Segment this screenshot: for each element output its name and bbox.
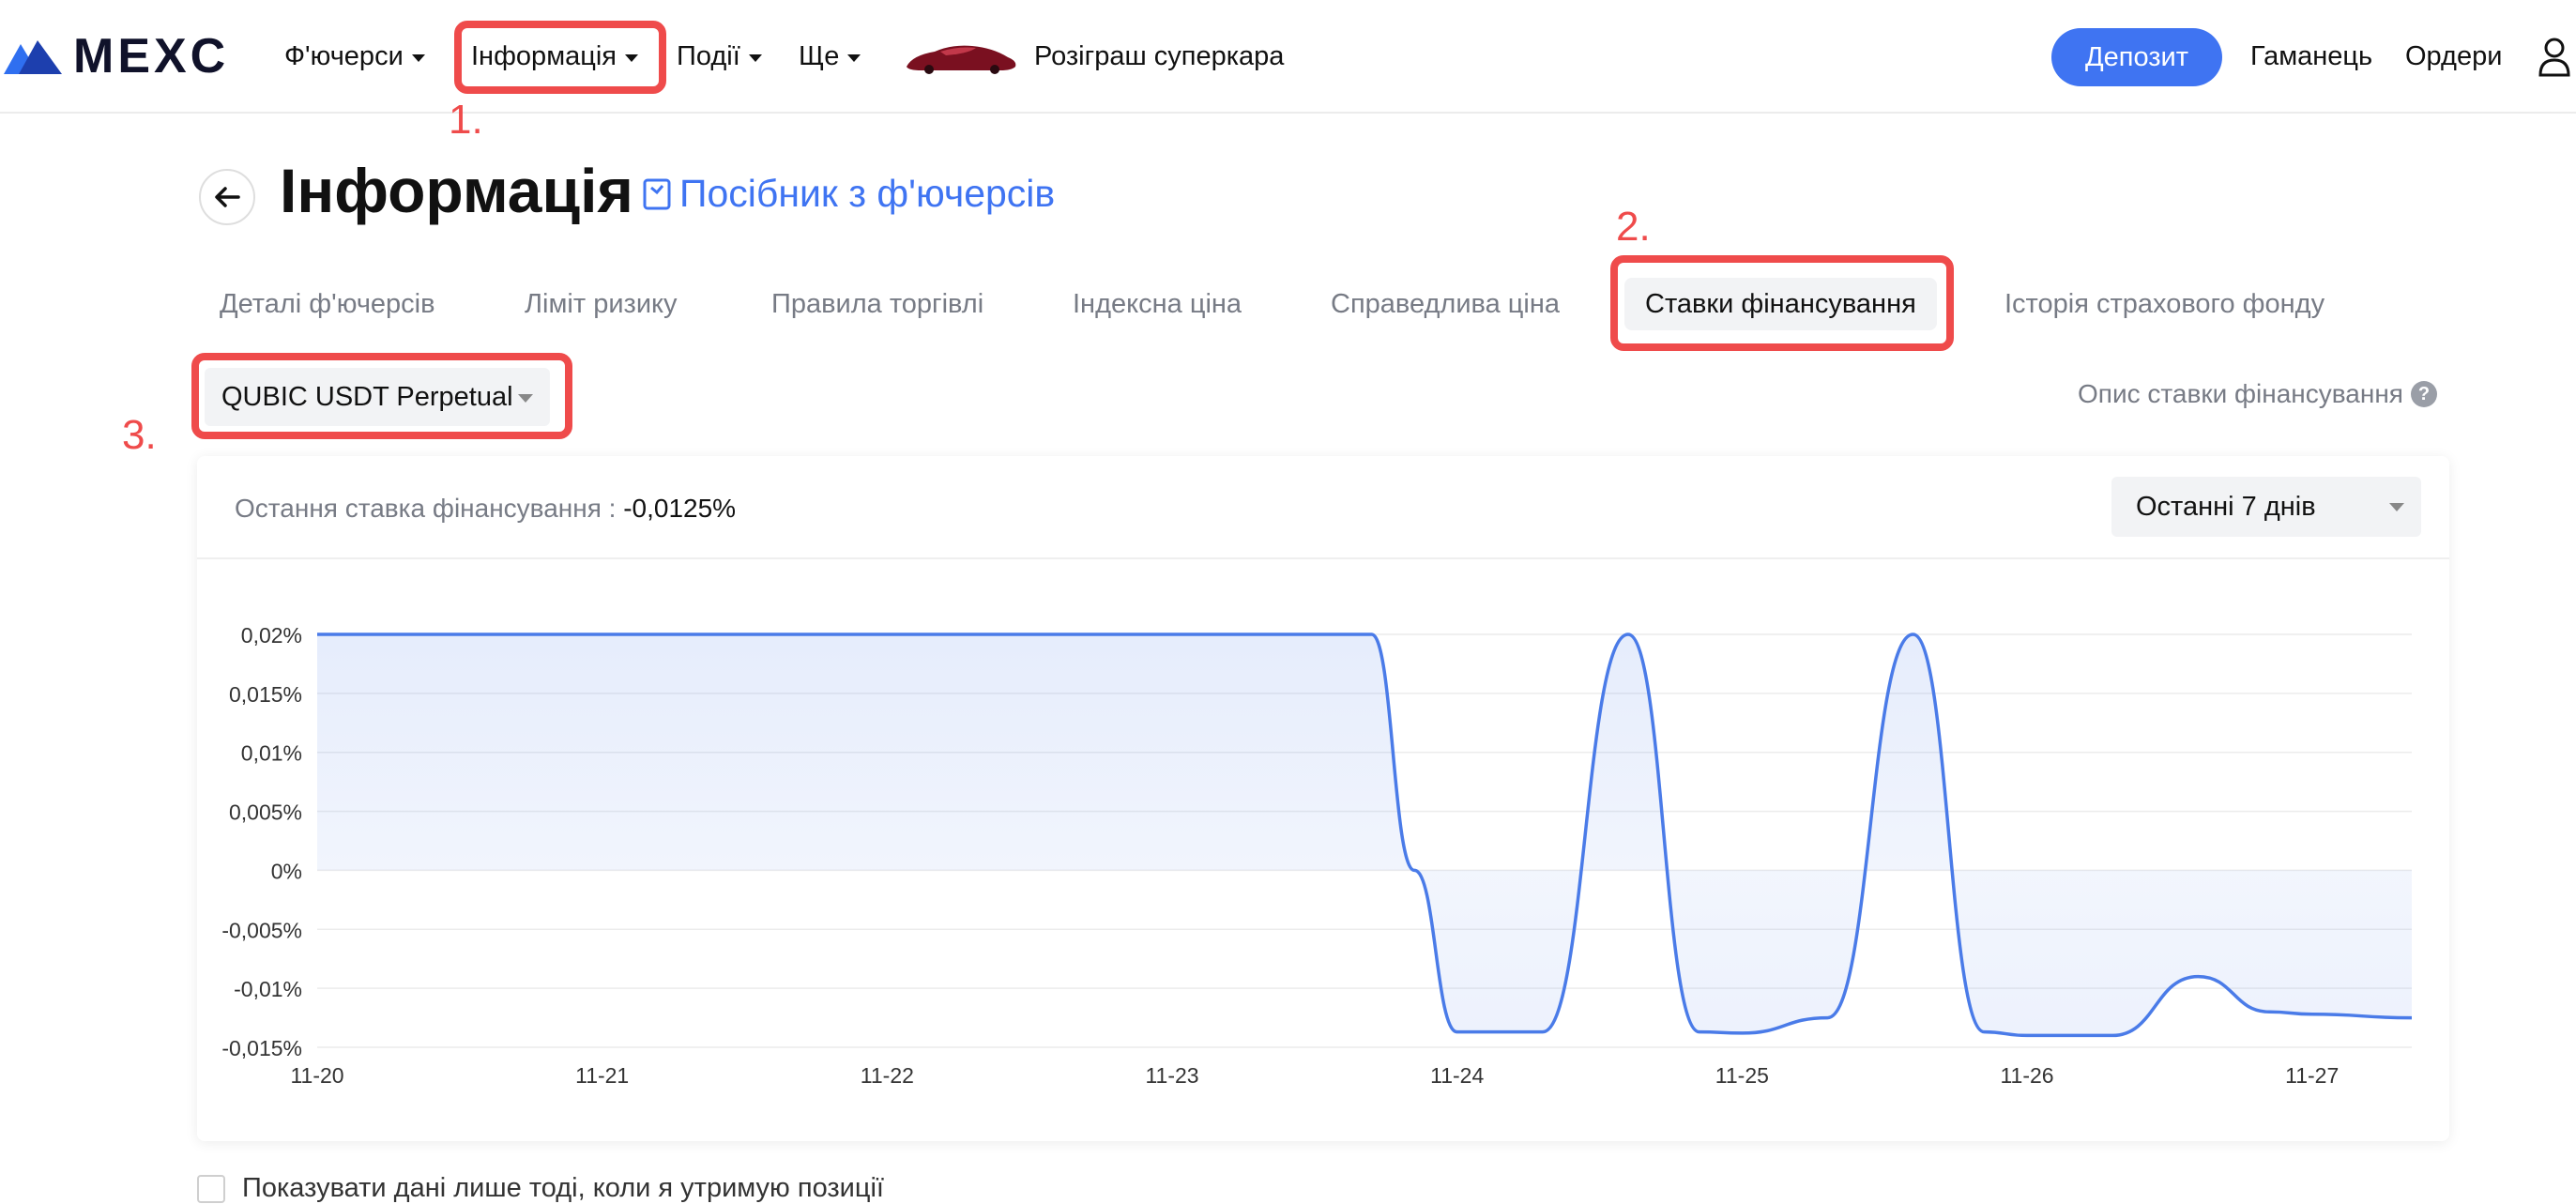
chevron-down-icon [748, 53, 762, 62]
x-tick-label: 11-23 [1145, 1063, 1198, 1088]
y-tick-label: 0% [271, 859, 302, 883]
x-tick-label: 11-26 [2000, 1063, 2053, 1088]
tab-futures-details[interactable]: Деталі ф'ючерсів [220, 278, 435, 330]
funding-rate-chart-card: Остання ставка фінансування : -0,0125% О… [197, 456, 2449, 1141]
only-positions-checkbox[interactable] [197, 1174, 225, 1203]
top-navigation: MEXC Ф'ючерси Інформація Події Ще Розігр… [0, 0, 2576, 114]
page-title: Інформація [280, 156, 633, 225]
y-tick-label: -0,015% [221, 1036, 302, 1060]
annotation-box-1 [454, 21, 666, 94]
only-positions-label: Показувати дані лише тоді, коли я утриму… [242, 1173, 884, 1203]
nav-supercar-giveaway[interactable]: Розіграш суперкара [903, 0, 1284, 114]
x-tick-label: 11-25 [1715, 1063, 1769, 1088]
brand-name: MEXC [73, 29, 230, 84]
x-tick-label: 11-24 [1430, 1063, 1484, 1088]
nav-supercar-label: Розіграш суперкара [1034, 41, 1285, 71]
brand-logo[interactable]: MEXC [2, 29, 230, 84]
x-tick-label: 11-27 [2285, 1063, 2339, 1088]
futures-guide-label: Посібник з ф'ючерсів [679, 172, 1056, 215]
chevron-down-icon [411, 53, 425, 62]
nav-more[interactable]: Ще [799, 0, 861, 114]
chevron-down-icon [518, 394, 533, 403]
tab-fair-price[interactable]: Справедлива ціна [1331, 278, 1560, 330]
tab-index-price[interactable]: Індексна ціна [1073, 278, 1242, 330]
x-tick-label: 11-21 [575, 1063, 629, 1088]
y-tick-label: -0,005% [221, 918, 302, 942]
x-tick-label: 11-20 [290, 1063, 343, 1088]
tab-funding-rates[interactable]: Ставки фінансування [1624, 278, 1937, 330]
annotation-label-3: 3. [122, 412, 157, 458]
tab-insurance-fund-history[interactable]: Історія страхового фонду [2004, 278, 2324, 330]
mexc-logo-icon [4, 40, 62, 74]
annotation-label-2: 2. [1616, 204, 1651, 250]
y-tick-label: 0,005% [229, 800, 302, 825]
tab-risk-limit[interactable]: Ліміт ризику [525, 278, 678, 330]
nav-futures-label: Ф'ючерси [284, 41, 404, 71]
futures-guide-link[interactable]: Посібник з ф'ючерсів [642, 175, 1055, 213]
help-icon[interactable]: ? [2410, 381, 2437, 407]
y-tick-label: -0,01% [234, 977, 302, 1001]
funding-rate-description-label: Опис ставки фінансування [2078, 379, 2403, 408]
book-icon [643, 178, 671, 209]
y-tick-label: 0,02% [241, 623, 302, 648]
tab-trading-rules[interactable]: Правила торгівлі [771, 278, 983, 330]
wallet-link[interactable]: Гаманець [2250, 0, 2372, 114]
funding-rate-description-link[interactable]: Опис ставки фінансування ? [2078, 379, 2437, 409]
y-tick-label: 0,01% [241, 741, 302, 766]
annotation-label-1: 1. [449, 97, 483, 143]
deposit-button[interactable]: Депозит [2051, 28, 2222, 86]
symbol-select-value: QUBIC USDT Perpetual [221, 381, 513, 412]
only-positions-option[interactable]: Показувати дані лише тоді, коли я утриму… [197, 1173, 884, 1204]
car-icon [907, 45, 1016, 74]
nav-futures[interactable]: Ф'ючерси [284, 0, 425, 114]
symbol-select[interactable]: QUBIC USDT Perpetual [205, 368, 550, 426]
orders-link[interactable]: Ордери [2405, 0, 2502, 114]
arrow-left-icon [215, 187, 240, 207]
y-tick-label: 0,015% [229, 682, 302, 707]
funding-rate-chart[interactable]: 0,02% 0,015% 0,01% 0,005% 0% -0,005% -0,01% -0,… [197, 456, 2449, 1141]
x-tick-label: 11-22 [861, 1063, 914, 1088]
nav-events[interactable]: Події [677, 0, 762, 114]
nav-more-label: Ще [799, 41, 840, 71]
user-icon[interactable] [2538, 36, 2571, 77]
chevron-down-icon [847, 53, 861, 62]
back-button[interactable] [199, 169, 255, 225]
nav-events-label: Події [677, 41, 740, 71]
